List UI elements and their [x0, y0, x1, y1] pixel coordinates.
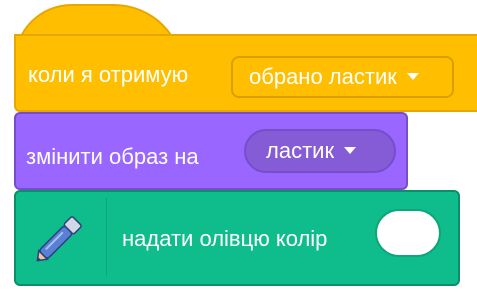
extension-icon-divider: [106, 198, 107, 276]
chevron-down-icon: [406, 73, 419, 81]
set-pen-color-label: надати олівцю колір: [122, 226, 328, 251]
pen-icon: [36, 216, 82, 262]
broadcast-message-dropdown[interactable]: обрано ластик: [231, 56, 454, 98]
costume-value: ластик: [266, 138, 335, 163]
switch-costume-label: змінити образ на: [26, 144, 199, 169]
pen-color-swatch[interactable]: [375, 209, 441, 257]
costume-dropdown[interactable]: ластик: [244, 129, 396, 173]
when-i-receive-label: коли я отримую: [28, 62, 189, 87]
broadcast-message-value: обрано ластик: [249, 64, 397, 89]
chevron-down-icon: [344, 147, 357, 155]
